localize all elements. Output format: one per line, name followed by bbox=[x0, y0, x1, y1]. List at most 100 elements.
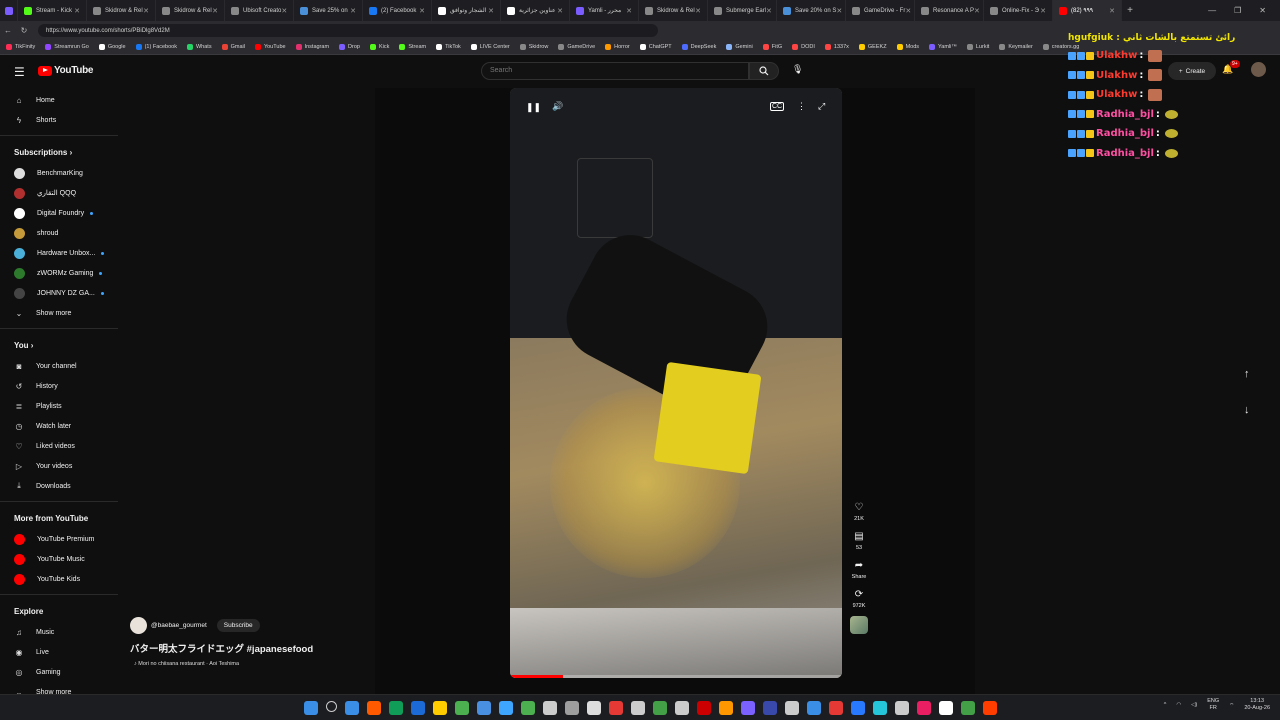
taskbar-app-icon[interactable] bbox=[829, 701, 843, 715]
windows-start-icon[interactable] bbox=[304, 701, 318, 715]
next-short-arrow-icon[interactable]: ↓ bbox=[1244, 404, 1250, 416]
taskbar-app-icon[interactable] bbox=[763, 701, 777, 715]
short-sound[interactable]: ♪ Mori no chiisana restaurant · Aoi Tesh… bbox=[130, 661, 313, 667]
tab-close-icon[interactable]: ✕ bbox=[74, 7, 80, 15]
bookmark-item[interactable]: DeepSeek bbox=[681, 44, 716, 50]
taskbar-app-icon[interactable] bbox=[565, 701, 579, 715]
taskbar-app-icon[interactable] bbox=[983, 701, 997, 715]
minimize-icon[interactable]: — bbox=[1208, 6, 1216, 15]
browser-tab[interactable]: Stream - Kick ✕ bbox=[18, 0, 87, 21]
browser-tab[interactable]: Skidrow & Rel ✕ bbox=[156, 0, 225, 21]
subscription-item[interactable]: JOHNNY DZ GA... bbox=[0, 283, 118, 303]
you-heading[interactable]: You › bbox=[0, 334, 118, 356]
bookmark-item[interactable]: Kick bbox=[369, 44, 389, 50]
taskbar-app-icon[interactable] bbox=[719, 701, 733, 715]
subscription-item[interactable]: zWORMz Gaming bbox=[0, 263, 118, 283]
taskbar-app-icon[interactable] bbox=[785, 701, 799, 715]
browser-tab[interactable]: Save 25% on ✕ bbox=[294, 0, 363, 21]
bookmark-item[interactable]: Stream bbox=[399, 44, 426, 50]
bookmark-item[interactable]: Yamli™ bbox=[929, 44, 957, 50]
taskbar-app-icon[interactable] bbox=[433, 701, 447, 715]
taskbar-app-icon[interactable] bbox=[741, 701, 755, 715]
browser-tab[interactable]: Online-Fix - Э ✕ bbox=[984, 0, 1053, 21]
like-button[interactable]: ♡ 21K bbox=[847, 500, 871, 522]
video-progress-bar[interactable] bbox=[510, 675, 842, 678]
tab-close-icon[interactable]: ✕ bbox=[143, 7, 149, 15]
bookmark-item[interactable]: Streamrun Go bbox=[45, 44, 89, 50]
sidebar-item-your-videos[interactable]: ▷ Your videos bbox=[0, 456, 118, 476]
tab-close-icon[interactable]: ✕ bbox=[557, 7, 563, 15]
bookmark-item[interactable]: TikFinity bbox=[6, 44, 35, 50]
wifi-icon[interactable]: ⌔ bbox=[1229, 702, 1234, 709]
taskbar-app-icon[interactable] bbox=[521, 701, 535, 715]
bookmark-item[interactable]: GEEKZ bbox=[858, 44, 887, 50]
browser-tab[interactable]: الشجار وتوافق ✕ bbox=[432, 0, 501, 21]
bookmark-item[interactable]: TikTok bbox=[436, 44, 461, 50]
bookmark-item[interactable]: Skidrow bbox=[519, 44, 548, 50]
back-icon[interactable]: ← bbox=[0, 26, 16, 35]
tab-close-icon[interactable]: ✕ bbox=[1109, 7, 1115, 15]
bookmark-item[interactable]: LIVE Center bbox=[470, 44, 510, 50]
close-window-icon[interactable]: ✕ bbox=[1259, 6, 1266, 15]
comments-button[interactable]: ▤ 53 bbox=[847, 529, 871, 551]
pause-icon[interactable]: ❚❚ bbox=[526, 102, 541, 113]
sidebar-item-gaming[interactable]: ◎ Gaming bbox=[0, 662, 118, 682]
tab-close-icon[interactable]: ✕ bbox=[974, 7, 980, 15]
tab-close-icon[interactable]: ✕ bbox=[488, 7, 494, 15]
microphone-icon[interactable]: 🎙 bbox=[792, 64, 803, 75]
maximize-icon[interactable]: ❐ bbox=[1234, 6, 1241, 15]
bookmark-item[interactable]: Google bbox=[98, 44, 126, 50]
previous-short-arrow-icon[interactable]: ↑ bbox=[1244, 368, 1250, 380]
bookmark-item[interactable]: Mods bbox=[896, 44, 919, 50]
taskbar-app-icon[interactable] bbox=[675, 701, 689, 715]
subscription-item[interactable]: shroud bbox=[0, 223, 118, 243]
tab-close-icon[interactable]: ✕ bbox=[419, 7, 425, 15]
tab-close-icon[interactable]: ✕ bbox=[836, 7, 842, 15]
speaker-icon[interactable]: ◁) bbox=[1191, 702, 1197, 708]
fullscreen-icon[interactable]: ⤢ bbox=[818, 101, 825, 112]
reload-icon[interactable]: ↻ bbox=[16, 26, 32, 35]
browser-tab[interactable]: Submerge Earl ✕ bbox=[708, 0, 777, 21]
bookmark-item[interactable]: (1) Facebook bbox=[135, 44, 177, 50]
subscription-item[interactable]: التقاري QQQ bbox=[0, 183, 118, 203]
browser-tab[interactable]: Skidrow & Rel ✕ bbox=[87, 0, 156, 21]
tab-close-icon[interactable]: ✕ bbox=[766, 7, 772, 15]
tab-close-icon[interactable]: ✕ bbox=[626, 7, 632, 15]
tab-menu[interactable] bbox=[0, 0, 18, 21]
channel-name[interactable]: @baebae_gourmet bbox=[151, 622, 207, 629]
subscriptions-show-more[interactable]: ⌄ Show more bbox=[0, 303, 118, 323]
bookmark-item[interactable]: Keymailer bbox=[999, 44, 1033, 50]
browser-tab[interactable]: Ubisoft Creato ✕ bbox=[225, 0, 294, 21]
bookmark-item[interactable]: DODI bbox=[792, 44, 815, 50]
url-field[interactable]: https://www.youtube.com/shorts/PBiDlg8Vd… bbox=[38, 24, 658, 37]
tab-close-icon[interactable]: ✕ bbox=[695, 7, 701, 15]
bookmark-item[interactable]: Lurkit bbox=[966, 44, 989, 50]
tab-close-icon[interactable]: ✕ bbox=[281, 7, 287, 15]
bookmark-item[interactable]: Gemini bbox=[726, 44, 753, 50]
taskbar-search-icon[interactable] bbox=[326, 701, 337, 712]
short-video-player[interactable]: ❚❚ 🔊 CC ⋮ ⤢ bbox=[510, 88, 842, 678]
volume-icon[interactable]: 🔊 bbox=[552, 101, 563, 112]
taskbar-app-icon[interactable] bbox=[389, 701, 403, 715]
sidebar-item-history[interactable]: ↺ History bbox=[0, 376, 118, 396]
hamburger-menu-icon[interactable]: ☰ bbox=[14, 65, 25, 79]
taskbar-app-icon[interactable] bbox=[609, 701, 623, 715]
taskbar-app-icon[interactable] bbox=[587, 701, 601, 715]
tab-close-icon[interactable]: ✕ bbox=[905, 7, 911, 15]
language-indicator[interactable]: ENG FR bbox=[1207, 698, 1219, 712]
taskbar-app-icon[interactable] bbox=[367, 701, 381, 715]
sound-thumbnail[interactable] bbox=[847, 616, 871, 634]
remix-button[interactable]: ⟳ 972K bbox=[847, 587, 871, 609]
taskbar-app-icon[interactable] bbox=[895, 701, 909, 715]
more-from-youtube-item[interactable]: YouTube Music bbox=[0, 549, 118, 569]
short-title[interactable]: バター明太フライドエッグ #japanesefood bbox=[130, 641, 313, 655]
bookmark-item[interactable]: GameDrive bbox=[558, 44, 595, 50]
youtube-logo[interactable]: YouTube bbox=[38, 65, 94, 76]
browser-tab[interactable]: عناوين جزائرية ✕ bbox=[501, 0, 570, 21]
subscribe-button[interactable]: Subscribe bbox=[216, 619, 260, 632]
taskbar-app-icon[interactable] bbox=[411, 701, 425, 715]
more-options-icon[interactable]: ⋮ bbox=[797, 101, 806, 112]
taskbar-app-icon[interactable] bbox=[873, 701, 887, 715]
sidebar-item-playlists[interactable]: ≣ Playlists bbox=[0, 396, 118, 416]
channel-avatar[interactable] bbox=[130, 617, 147, 634]
